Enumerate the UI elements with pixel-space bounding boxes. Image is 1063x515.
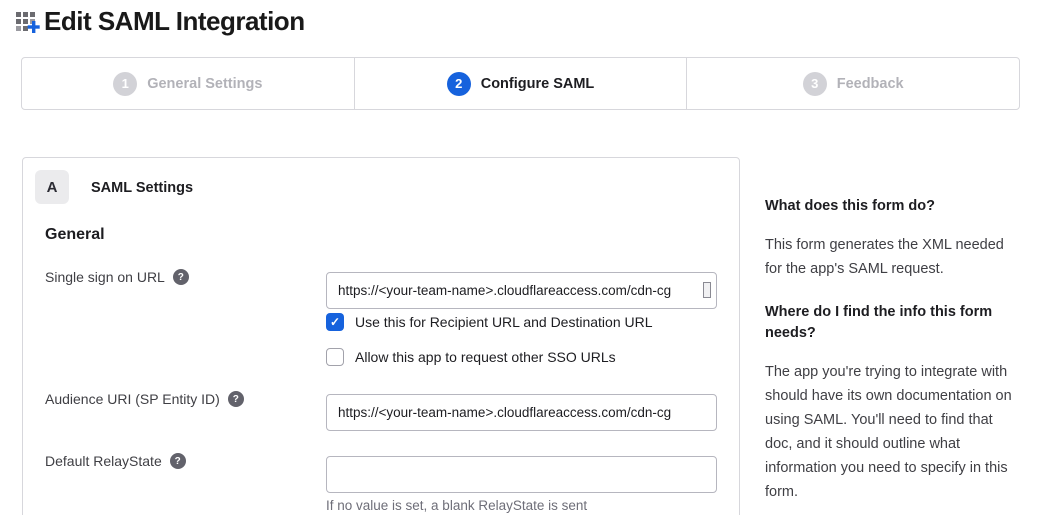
- section-title: SAML Settings: [91, 180, 193, 196]
- help-question-2: Where do I find the info this form needs…: [765, 302, 1015, 344]
- other-sso-checkbox-row[interactable]: Allow this app to request other SSO URLs: [326, 348, 616, 366]
- step-feedback[interactable]: 3 Feedback: [687, 58, 1019, 109]
- audience-uri-input[interactable]: [326, 394, 717, 431]
- page-title: Edit SAML Integration: [44, 6, 305, 37]
- sso-url-input[interactable]: [326, 272, 717, 309]
- help-answer-1: This form generates the XML needed for t…: [765, 233, 1015, 281]
- audience-uri-label: Audience URI (SP Entity ID): [45, 391, 220, 407]
- relay-state-input[interactable]: [326, 456, 717, 493]
- text-cursor: [703, 282, 711, 298]
- other-sso-checkbox[interactable]: [326, 348, 344, 366]
- step-general-settings[interactable]: 1 General Settings: [22, 58, 355, 109]
- sso-url-label: Single sign on URL: [45, 269, 165, 285]
- relay-state-help-icon[interactable]: ?: [170, 453, 186, 469]
- audience-uri-input-wrap: [326, 394, 717, 431]
- step-2-label: Configure SAML: [481, 76, 595, 92]
- recipient-url-checkbox[interactable]: ✓: [326, 313, 344, 331]
- step-3-number: 3: [803, 72, 827, 96]
- step-2-number: 2: [447, 72, 471, 96]
- page-header: Edit SAML Integration: [14, 6, 305, 37]
- audience-uri-label-row: Audience URI (SP Entity ID) ?: [45, 391, 244, 407]
- relay-state-label-row: Default RelayState ?: [45, 453, 186, 469]
- relay-state-hint: If no value is set, a blank RelayState i…: [326, 498, 587, 513]
- step-1-label: General Settings: [147, 76, 262, 92]
- help-question-1: What does this form do?: [765, 196, 1015, 217]
- add-app-grid-icon: [14, 8, 41, 35]
- help-sidebar: What does this form do? This form genera…: [765, 196, 1015, 515]
- audience-uri-help-icon[interactable]: ?: [228, 391, 244, 407]
- recipient-url-checkbox-label: Use this for Recipient URL and Destinati…: [355, 314, 653, 330]
- relay-state-label: Default RelayState: [45, 453, 162, 469]
- wizard-stepper: 1 General Settings 2 Configure SAML 3 Fe…: [21, 57, 1020, 110]
- general-group-heading: General: [45, 226, 105, 244]
- step-configure-saml[interactable]: 2 Configure SAML: [355, 58, 688, 109]
- sso-url-help-icon[interactable]: ?: [173, 269, 189, 285]
- help-answer-2: The app you're trying to integrate with …: [765, 360, 1015, 504]
- other-sso-checkbox-label: Allow this app to request other SSO URLs: [355, 349, 616, 365]
- section-letter-badge: A: [35, 170, 69, 204]
- saml-settings-panel: A SAML Settings General Single sign on U…: [22, 157, 740, 515]
- relay-state-input-wrap: [326, 456, 717, 493]
- step-1-number: 1: [113, 72, 137, 96]
- step-3-label: Feedback: [837, 76, 904, 92]
- recipient-url-checkbox-row[interactable]: ✓ Use this for Recipient URL and Destina…: [326, 313, 653, 331]
- sso-url-label-row: Single sign on URL ?: [45, 269, 189, 285]
- sso-url-input-wrap: [326, 272, 717, 309]
